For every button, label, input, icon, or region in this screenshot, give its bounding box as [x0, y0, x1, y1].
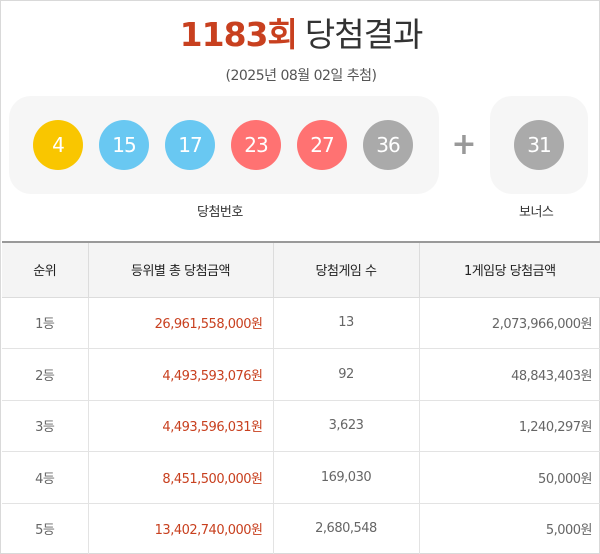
draw-date: (2025년 08월 02일 추첨): [225, 68, 377, 84]
round-number: 1183회: [179, 15, 298, 54]
rank-cell: 2등: [2, 348, 89, 401]
header-total-prize: 등위별 총 당첨금액: [88, 241, 274, 298]
winning-ball: 36: [363, 120, 413, 170]
prize-per-game-cell: 50,000원: [419, 451, 600, 504]
plus-icon: +: [451, 127, 477, 162]
winning-ball: 27: [297, 120, 347, 170]
rank-cell: 5등: [2, 503, 89, 554]
winner-count-cell: 169,030: [273, 451, 420, 504]
header-rank: 순위: [2, 241, 89, 298]
winner-count-cell: 92: [273, 348, 420, 401]
title-label: 당첨결과: [304, 15, 423, 54]
prize-per-game-cell: 48,843,403원: [419, 348, 600, 401]
header-winner-count: 당첨게임 수: [273, 241, 420, 298]
table-header-row: 순위 등위별 총 당첨금액 당첨게임 수 1게임당 당첨금액: [2, 241, 600, 298]
total-prize-cell: 26,961,558,000원: [88, 297, 274, 349]
header-prize-per-game: 1게임당 당첨금액: [419, 241, 600, 298]
winning-ball: 15: [99, 120, 149, 170]
prize-table: 순위 등위별 총 당첨금액 당첨게임 수 1게임당 당첨금액 1등 26,961…: [2, 241, 600, 554]
table-row: 1등 26,961,558,000원 13 2,073,966,000원: [2, 297, 600, 349]
total-prize-cell: 13,402,740,000원: [88, 503, 274, 554]
bonus-caption: 보너스: [519, 205, 554, 220]
page-title: 1183회 당첨결과: [1, 13, 600, 57]
table-row: 2등 4,493,593,076원 92 48,843,403원: [2, 348, 600, 401]
table-row: 5등 13,402,740,000원 2,680,548 5,000원: [2, 503, 600, 554]
total-prize-cell: 4,493,596,031원: [88, 400, 274, 452]
prize-per-game-cell: 5,000원: [419, 503, 600, 554]
winning-ball: 23: [231, 120, 281, 170]
winner-count-cell: 3,623: [273, 400, 420, 452]
total-prize-cell: 8,451,500,000원: [88, 451, 274, 504]
table-row: 4등 8,451,500,000원 169,030 50,000원: [2, 451, 600, 504]
table-row: 3등 4,493,596,031원 3,623 1,240,297원: [2, 400, 600, 452]
result-panel: 1183회 당첨결과 (2025년 08월 02일 추첨) 4 15 17 23 …: [0, 0, 600, 554]
winner-count-cell: 13: [273, 297, 420, 349]
bonus-number-box: 31: [490, 96, 588, 194]
bonus-ball: 31: [514, 120, 564, 170]
winning-ball: 4: [33, 120, 83, 170]
total-prize-cell: 4,493,593,076원: [88, 348, 274, 401]
prize-per-game-cell: 2,073,966,000원: [419, 297, 600, 349]
rank-cell: 4등: [2, 451, 89, 504]
winning-numbers-box: 4 15 17 23 27 36: [9, 96, 439, 194]
winning-numbers-caption: 당첨번호: [197, 205, 243, 220]
winning-ball: 17: [165, 120, 215, 170]
rank-cell: 1등: [2, 297, 89, 349]
prize-per-game-cell: 1,240,297원: [419, 400, 600, 452]
rank-cell: 3등: [2, 400, 89, 452]
winner-count-cell: 2,680,548: [273, 503, 420, 554]
